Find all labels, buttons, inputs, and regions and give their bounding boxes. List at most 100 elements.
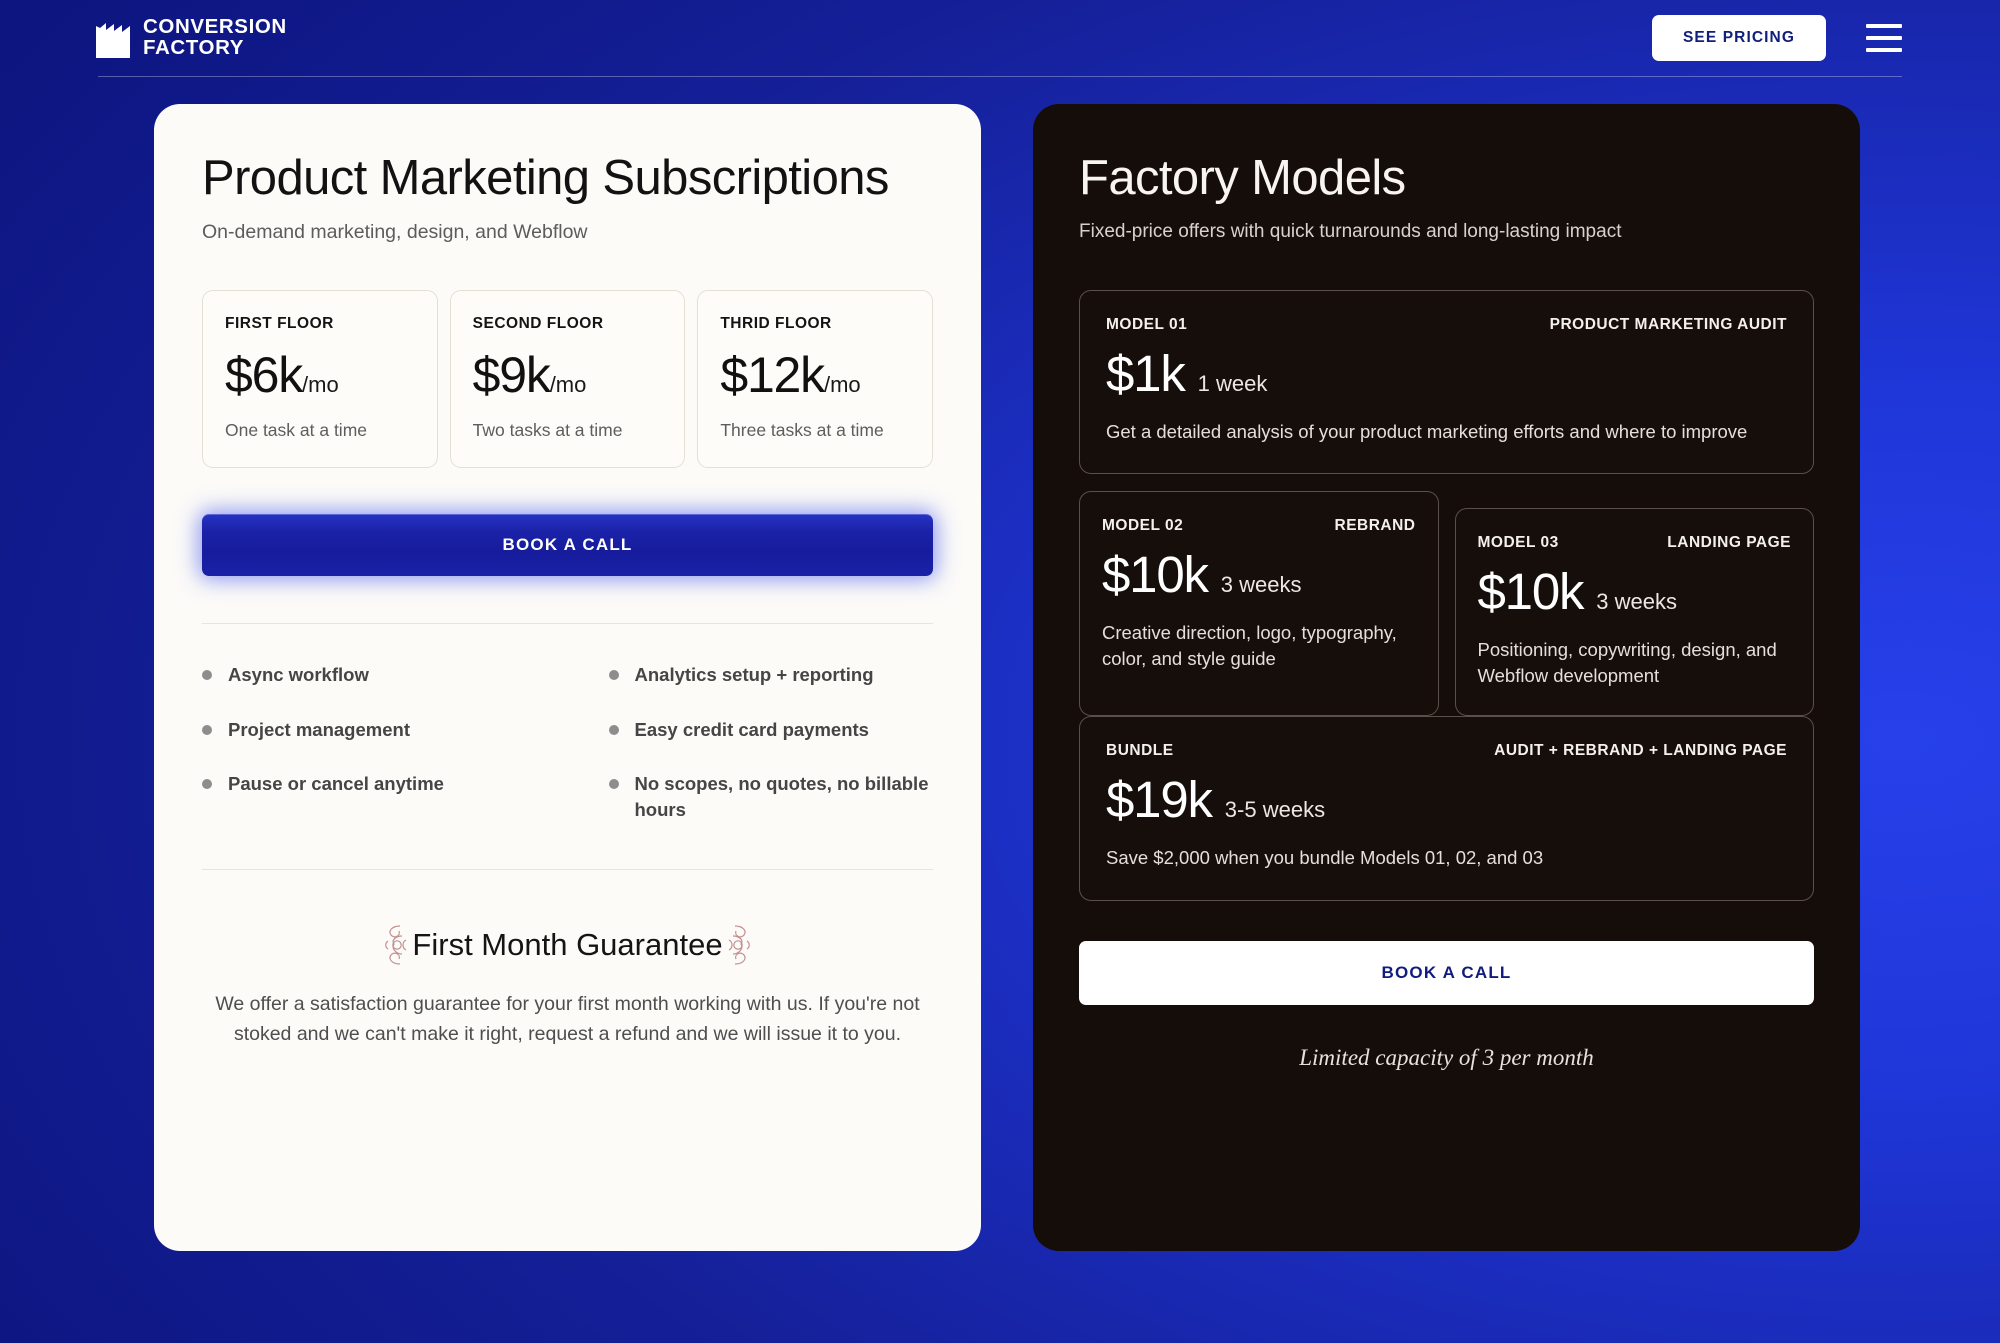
feature-item: Async workflow [202, 662, 527, 688]
guarantee-title: First Month Guarantee [202, 922, 933, 968]
tier-price: $12k/mo [720, 350, 910, 400]
model-list: MODEL 01 PRODUCT MARKETING AUDIT $1k 1 w… [1079, 289, 1814, 901]
guarantee-title-text: First Month Guarantee [412, 927, 723, 963]
subscriptions-subtitle: On-demand marketing, design, and Webflow [202, 220, 588, 243]
tier-price-amount: $9k [472, 347, 551, 404]
model-header: BUNDLE AUDIT + REBRAND + LANDING PAGE [1106, 742, 1787, 760]
model-id: MODEL 01 [1106, 315, 1188, 333]
logo-line-2: FACTORY [143, 36, 245, 59]
factory-models-subtitle: Fixed-price offers with quick turnaround… [1079, 220, 1622, 242]
factory-models-title: Factory Models [1079, 151, 1406, 205]
subscriptions-title: Product Marketing Subscriptions [202, 151, 889, 205]
model-price: $19k 3-5 weeks [1106, 774, 1787, 825]
hamburger-bar [1866, 24, 1902, 28]
model-card-02[interactable]: MODEL 02 REBRAND $10k 3 weeks Creative d… [1079, 490, 1439, 717]
model-card-03[interactable]: MODEL 03 LANDING PAGE $10k 3 weeks Posit… [1454, 507, 1814, 717]
bullet-icon [608, 724, 619, 735]
logo[interactable]: CONVERSION FACTORY [96, 15, 287, 59]
tier-card-second-floor[interactable]: SECOND FLOOR $9k/mo Two tasks at a time [449, 290, 686, 469]
logo-line-1: CONVERSION [143, 15, 287, 39]
guarantee-body: We offer a satisfaction guarantee for yo… [215, 993, 920, 1045]
decorative-flourish-icon [382, 922, 412, 968]
feature-item: No scopes, no quotes, no billable hours [608, 771, 934, 822]
section-divider [202, 623, 933, 625]
bullet-icon [608, 779, 619, 790]
model-duration: 3 weeks [1596, 588, 1678, 614]
site-header: CONVERSION FACTORY SEE PRICING [0, 0, 2000, 76]
feature-label: Easy credit card payments [634, 718, 869, 740]
model-description: Save $2,000 when you bundle Models 01, 0… [1106, 847, 1544, 869]
hamburger-menu-icon[interactable] [1866, 24, 1902, 52]
tier-name: SECOND FLOOR [472, 315, 604, 333]
feature-label: Async workflow [228, 664, 369, 686]
tier-list: FIRST FLOOR $6k/mo One task at a time SE… [202, 290, 934, 469]
model-price-amount: $19k [1106, 771, 1213, 829]
model-duration: 3 weeks [1220, 571, 1302, 597]
book-a-call-button-subscriptions[interactable]: BOOK A CALL [202, 514, 933, 577]
capacity-note: Limited capacity of 3 per month [1299, 1044, 1594, 1070]
feature-column-right: Analytics setup + reporting Easy credit … [551, 662, 934, 822]
tier-card-third-floor[interactable]: THRID FLOOR $12k/mo Three tasks at a tim… [697, 290, 934, 469]
model-duration: 3-5 weeks [1224, 797, 1326, 823]
feature-item: Analytics setup + reporting [608, 662, 934, 688]
tier-price: $6k/mo [225, 350, 415, 400]
hamburger-bar [1866, 36, 1902, 40]
tier-price-period: /mo [823, 372, 861, 398]
decorative-flourish-icon [723, 922, 753, 968]
model-price: $1k 1 week [1106, 348, 1787, 399]
feature-item: Pause or cancel anytime [202, 771, 527, 797]
tier-name: THRID FLOOR [720, 315, 832, 333]
model-card-01[interactable]: MODEL 01 PRODUCT MARKETING AUDIT $1k 1 w… [1079, 289, 1814, 474]
bullet-icon [202, 670, 212, 681]
model-header: MODEL 02 REBRAND [1102, 517, 1416, 535]
logo-wordmark: CONVERSION FACTORY [143, 15, 287, 59]
factory-models-panel: Factory Models Fixed-price offers with q… [1033, 104, 1860, 1251]
model-price: $10k 3 weeks [1102, 549, 1416, 600]
model-price-amount: $1k [1106, 344, 1186, 402]
feature-label: No scopes, no quotes, no billable hours [634, 773, 929, 820]
model-tag: AUDIT + REBRAND + LANDING PAGE [1494, 742, 1787, 760]
factory-icon [96, 18, 130, 58]
subscriptions-panel: Product Marketing Subscriptions On-deman… [154, 104, 981, 1251]
see-pricing-button[interactable]: SEE PRICING [1651, 15, 1826, 61]
model-price: $10k 3 weeks [1478, 566, 1792, 617]
guarantee-section: First Month Guarantee We offer a satisfa… [202, 922, 933, 1049]
tier-card-first-floor[interactable]: FIRST FLOOR $6k/mo One task at a time [202, 290, 438, 469]
tier-description: Two tasks at a time [472, 420, 623, 441]
model-header: MODEL 03 LANDING PAGE [1478, 534, 1792, 552]
tier-price-amount: $6k [225, 347, 303, 404]
feature-item: Easy credit card payments [608, 717, 934, 743]
section-divider [202, 869, 933, 871]
tier-price-amount: $12k [720, 347, 825, 404]
model-tag: REBRAND [1334, 516, 1416, 534]
model-tag: PRODUCT MARKETING AUDIT [1549, 315, 1787, 333]
tier-price: $9k/mo [473, 350, 663, 400]
tier-name: FIRST FLOOR [225, 315, 334, 333]
tier-description: Three tasks at a time [720, 420, 884, 441]
model-price-amount: $10k [1102, 545, 1209, 603]
bullet-icon [608, 670, 619, 681]
header-actions: SEE PRICING [1651, 15, 1902, 61]
pricing-panels: Product Marketing Subscriptions On-deman… [154, 104, 1860, 1251]
hamburger-bar [1866, 48, 1902, 52]
tier-price-period: /mo [549, 372, 587, 398]
tier-price-period: /mo [302, 372, 339, 398]
model-price-amount: $10k [1477, 562, 1585, 620]
feature-label: Analytics setup + reporting [634, 664, 874, 686]
model-tag: LANDING PAGE [1667, 533, 1791, 551]
feature-column-left: Async workflow Project management Pause … [202, 662, 551, 822]
model-description: Creative direction, logo, typography, co… [1102, 621, 1397, 670]
model-card-row: MODEL 02 REBRAND $10k 3 weeks Creative d… [1079, 490, 1814, 717]
header-divider [98, 76, 1902, 77]
book-a-call-button-models[interactable]: BOOK A CALL [1079, 940, 1814, 1005]
feature-item: Project management [202, 717, 527, 743]
model-id: MODEL 03 [1477, 533, 1559, 551]
model-id: MODEL 02 [1102, 516, 1184, 534]
tier-description: One task at a time [225, 420, 368, 441]
bullet-icon [202, 779, 212, 790]
model-duration: 1 week [1197, 370, 1268, 396]
model-id: BUNDLE [1106, 742, 1174, 760]
model-description: Get a detailed analysis of your product … [1106, 420, 1748, 442]
model-card-bundle[interactable]: BUNDLE AUDIT + REBRAND + LANDING PAGE $1… [1079, 716, 1814, 901]
model-header: MODEL 01 PRODUCT MARKETING AUDIT [1106, 316, 1787, 334]
